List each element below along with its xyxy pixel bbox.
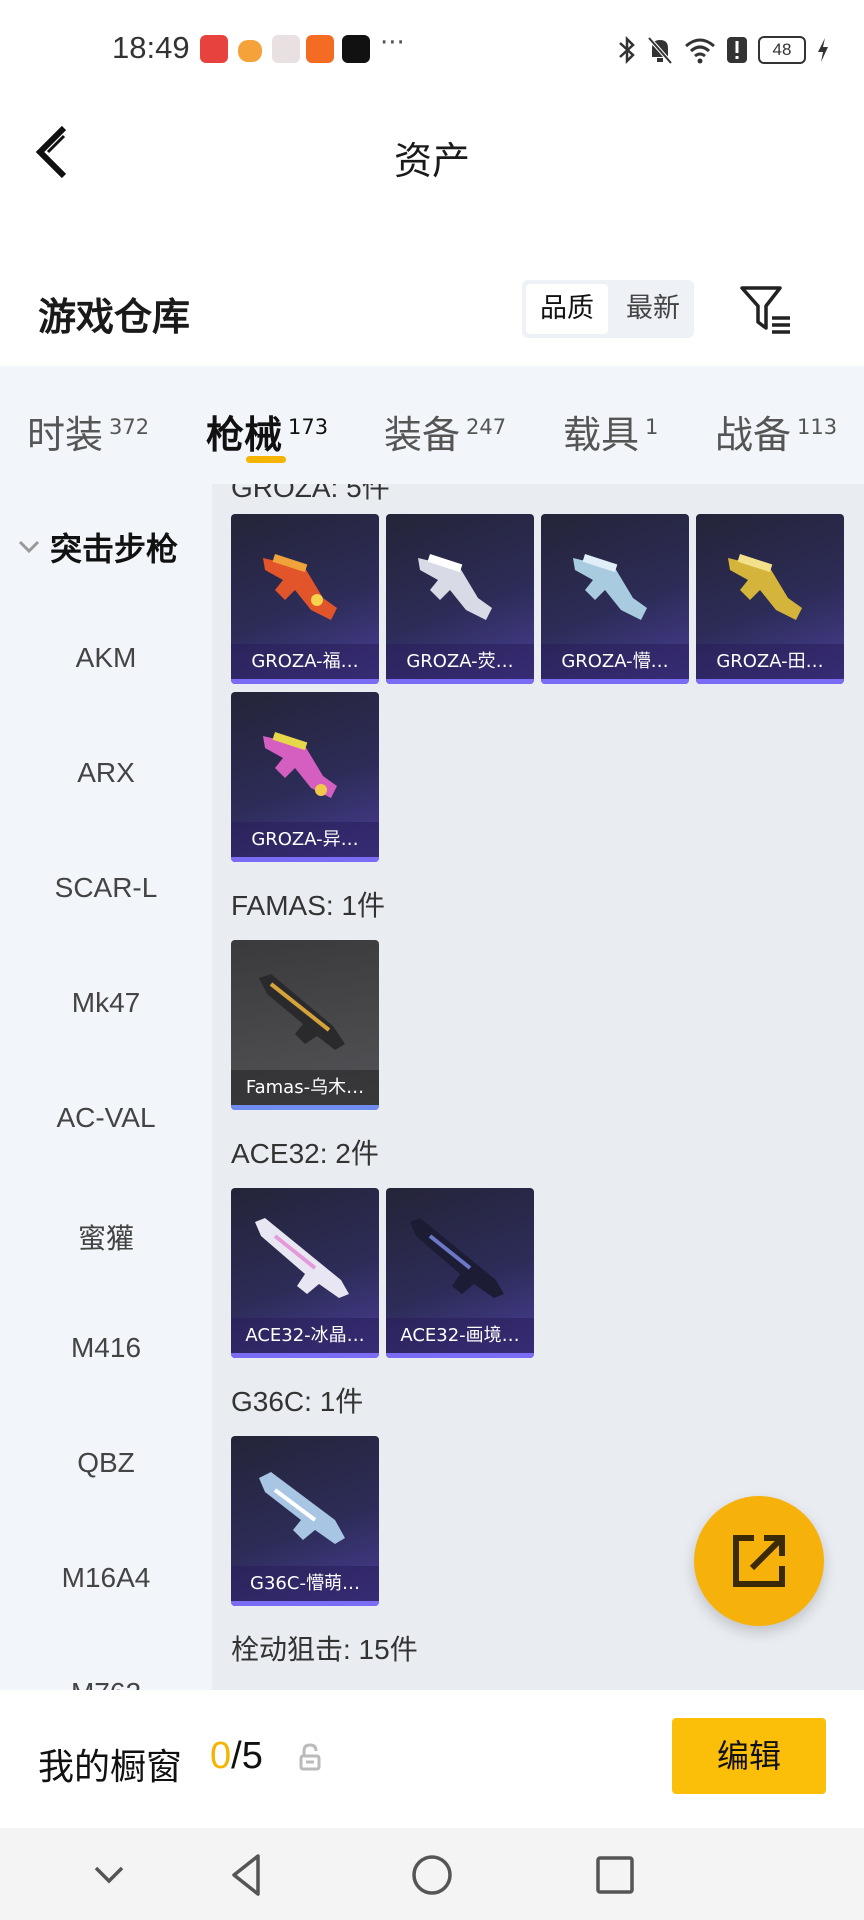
chevron-down-icon bbox=[18, 540, 40, 554]
warehouse-title: 游戏仓库 bbox=[38, 295, 191, 339]
sidebar-item-m16a4[interactable]: M16A4 bbox=[0, 1562, 212, 1594]
filter-icon bbox=[740, 286, 790, 334]
category-tab-bar: 时装 372 枪械 173 装备 247 载具 1 战备 113 bbox=[0, 366, 864, 484]
section-title-ace32: ACE32: 2件 bbox=[231, 1138, 379, 1169]
circle-home-icon bbox=[412, 1855, 452, 1895]
share-button[interactable] bbox=[694, 1496, 824, 1626]
sidebar-item-m762[interactable]: M762 bbox=[0, 1677, 212, 1690]
groza-rifle-icon bbox=[728, 554, 802, 620]
chevron-down-icon bbox=[94, 1866, 124, 1884]
sidebar-item-ac-val[interactable]: AC-VAL bbox=[0, 1102, 212, 1134]
groza-rifle-icon bbox=[418, 554, 492, 620]
tab-firearms-count: 173 bbox=[288, 415, 329, 439]
section-title-groza: GROZA: 5件 bbox=[231, 484, 390, 503]
weapon-card[interactable]: GROZA-异… bbox=[231, 692, 379, 862]
sidebar-item-qbz[interactable]: QBZ bbox=[0, 1447, 212, 1479]
filter-button[interactable] bbox=[738, 284, 794, 336]
g36c-rifle-icon bbox=[259, 1472, 345, 1544]
sidebar-item-akm[interactable]: AKM bbox=[0, 642, 212, 674]
share-icon bbox=[733, 1535, 785, 1587]
gift-app-icon bbox=[272, 35, 300, 63]
showcase-count: 0/5 bbox=[210, 1735, 263, 1778]
lock-icon bbox=[298, 1742, 322, 1772]
tab-equipment-count: 247 bbox=[466, 415, 507, 439]
charging-icon bbox=[818, 38, 828, 62]
sidebar-group-assault-rifle[interactable]: 突击步枪 bbox=[16, 524, 178, 570]
groza-rifle-icon bbox=[263, 732, 337, 798]
ace32-rifle-icon bbox=[255, 1218, 349, 1298]
page-title: 资产 bbox=[393, 139, 470, 183]
status-bar: 18:49 ··· 48 bbox=[0, 0, 864, 100]
groza-rifle-icon bbox=[573, 554, 647, 620]
tab-supplies[interactable]: 战备 113 bbox=[715, 404, 837, 459]
sort-newest-button[interactable]: 最新 bbox=[612, 280, 694, 338]
wifi-icon bbox=[685, 38, 715, 64]
tab-equipment[interactable]: 装备 247 bbox=[384, 404, 506, 459]
tiktok-app-icon bbox=[342, 35, 370, 63]
sidebar-item-mk47[interactable]: Mk47 bbox=[0, 987, 212, 1019]
status-icons: 48 bbox=[618, 32, 830, 68]
huawei-app-icon bbox=[200, 35, 228, 63]
section-title-g36c: G36C: 1件 bbox=[231, 1386, 364, 1417]
alert-icon bbox=[727, 37, 747, 63]
weapon-card[interactable]: ACE32-画境… bbox=[386, 1188, 534, 1358]
weapon-card[interactable]: GROZA-懵… bbox=[541, 514, 689, 684]
weapon-card[interactable]: GROZA-田… bbox=[696, 514, 844, 684]
battery-indicator: 48 bbox=[758, 36, 806, 64]
mute-bell-icon bbox=[647, 36, 673, 65]
sort-toggle: 品质 最新 bbox=[522, 280, 694, 338]
weapon-card[interactable]: Famas-乌木… bbox=[231, 940, 379, 1110]
section-title-famas: FAMAS: 1件 bbox=[231, 890, 386, 921]
status-more-icon: ··· bbox=[380, 28, 405, 58]
weapon-card[interactable]: ACE32-冰晶… bbox=[231, 1188, 379, 1358]
nav-collapse-button[interactable] bbox=[84, 1850, 134, 1900]
system-nav-bar bbox=[0, 1828, 864, 1920]
sidebar-item-scar-l[interactable]: SCAR-L bbox=[0, 872, 212, 904]
sort-quality-button[interactable]: 品质 bbox=[526, 284, 608, 334]
nav-home-button[interactable] bbox=[407, 1850, 457, 1900]
tab-fashion-count: 372 bbox=[109, 415, 150, 439]
tab-firearms[interactable]: 枪械 173 bbox=[206, 404, 328, 459]
tab-vehicles[interactable]: 载具 1 bbox=[563, 404, 658, 459]
nav-back-button[interactable] bbox=[222, 1850, 272, 1900]
nav-recents-button[interactable] bbox=[590, 1850, 640, 1900]
triangle-back-icon bbox=[232, 1854, 260, 1896]
tab-active-indicator bbox=[246, 456, 286, 463]
weapon-card[interactable]: GROZA-福… bbox=[231, 514, 379, 684]
showcase-total-count: /5 bbox=[231, 1735, 263, 1777]
status-time: 18:49 bbox=[112, 30, 190, 65]
sidebar-item-m416[interactable]: M416 bbox=[0, 1332, 212, 1364]
tab-vehicles-count: 1 bbox=[645, 415, 659, 439]
square-recents-icon bbox=[596, 1856, 634, 1894]
showcase-current-count: 0 bbox=[210, 1735, 232, 1777]
edit-button[interactable]: 编辑 bbox=[672, 1718, 826, 1794]
tab-supplies-count: 113 bbox=[797, 415, 838, 439]
weapon-type-sidebar: 突击步枪 AKM ARX SCAR-L Mk47 AC-VAL 蜜獾 M416 … bbox=[0, 484, 212, 1690]
famas-rifle-icon bbox=[259, 974, 345, 1050]
sidebar-item-honey-badger[interactable]: 蜜獾 bbox=[0, 1217, 212, 1257]
taobao-app-icon bbox=[238, 40, 262, 62]
weapon-card[interactable]: GROZA-荧… bbox=[386, 514, 534, 684]
showcase-label: 我的橱窗 bbox=[38, 1747, 183, 1788]
ace32-rifle-icon bbox=[410, 1218, 504, 1298]
weapon-card[interactable]: G36C-懵萌… bbox=[231, 1436, 379, 1606]
tab-fashion[interactable]: 时装 372 bbox=[27, 404, 149, 459]
mail-app-icon bbox=[306, 35, 334, 63]
bluetooth-icon bbox=[619, 35, 635, 65]
section-title-bolt-sniper: 栓动狙击: 15件 bbox=[231, 1634, 418, 1665]
sidebar-item-arx[interactable]: ARX bbox=[0, 757, 212, 789]
groza-rifle-icon bbox=[263, 554, 337, 620]
